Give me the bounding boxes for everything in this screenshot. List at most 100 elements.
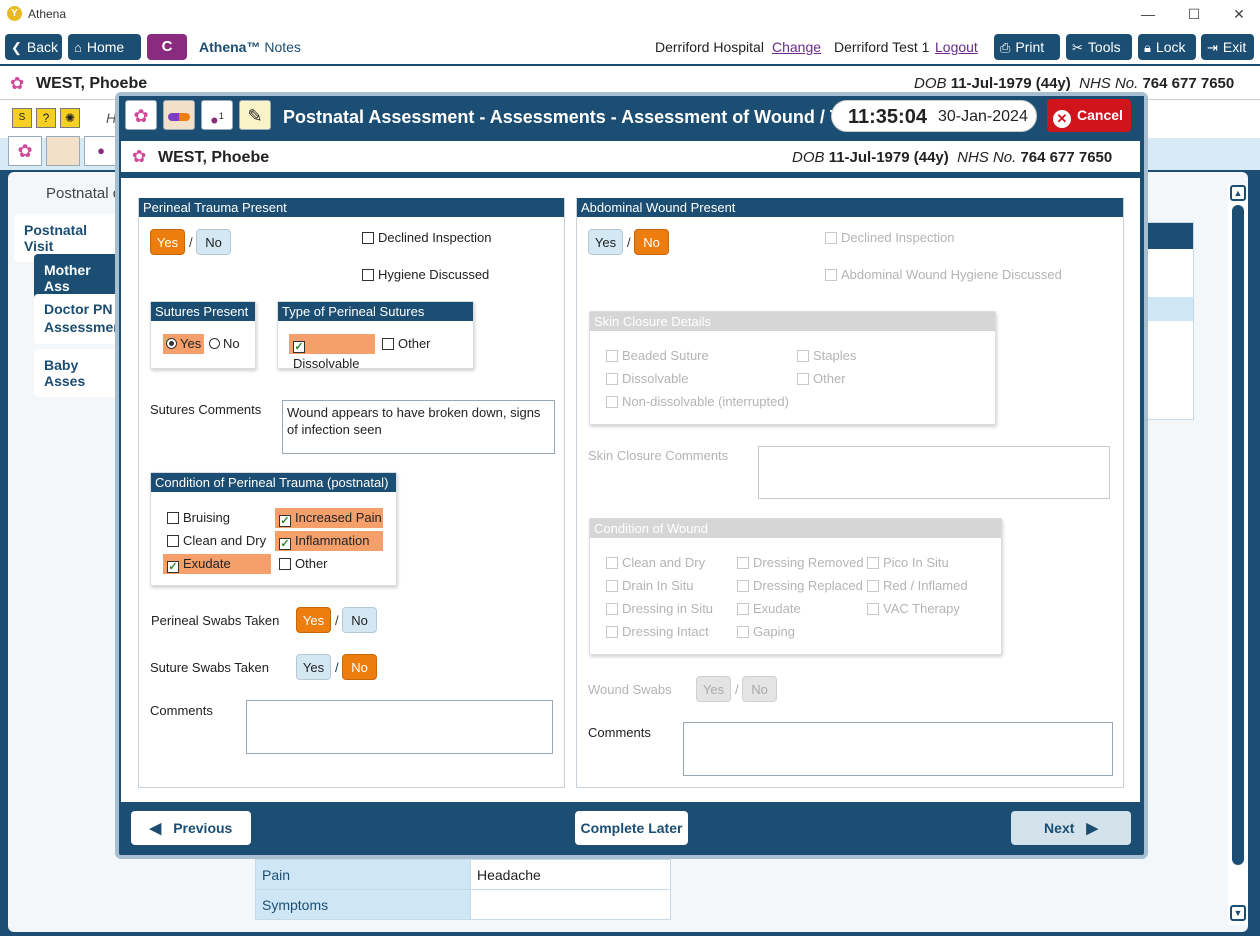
notes-icon[interactable]: ✎: [239, 100, 271, 130]
slash-separator: /: [335, 613, 339, 628]
checkbox-label: Bruising: [183, 510, 230, 525]
minimize-button[interactable]: —: [1138, 4, 1158, 24]
suture-swabs-yes-button[interactable]: Yes: [296, 654, 331, 680]
dissolvable-checkbox[interactable]: ✓ Dissolvable: [289, 334, 375, 371]
people-icon[interactable]: ●1: [201, 100, 233, 130]
table-cell-label: Pain: [255, 859, 471, 890]
settings-icon[interactable]: ✺: [60, 108, 80, 128]
change-hospital-link[interactable]: Change: [772, 39, 821, 55]
perineal-comments-textarea[interactable]: [246, 700, 553, 754]
modal-patient-details: DOB 11-Jul-1979 (44y) NHS No. 764 677 76…: [792, 149, 1112, 166]
checkbox-label: Red / Inflamed: [883, 578, 968, 593]
next-button[interactable]: Next ▶: [1011, 811, 1131, 845]
abdominal-hygiene-checkbox: Abdominal Wound Hygiene Discussed: [821, 265, 1062, 285]
checkbox-label: Non-dissolvable (interrupted): [622, 394, 789, 409]
checkbox-icon: [825, 269, 837, 281]
modal-title: Postnatal Assessment - Assessments - Ass…: [283, 107, 894, 127]
sutures-no-radio[interactable]: No: [209, 334, 240, 354]
user-name: Derriford Test 1: [834, 39, 930, 55]
checkbox-label: Drain In Situ: [622, 578, 694, 593]
sutures-comments-textarea[interactable]: Wound appears to have broken down, signs…: [282, 400, 555, 454]
checkbox-icon: [606, 396, 618, 408]
wound-condition-group: Condition of Wound Clean and Dry Drain I…: [589, 518, 1002, 655]
medication-icon[interactable]: [163, 100, 195, 130]
sutures-yes-radio[interactable]: Yes: [163, 334, 205, 354]
exudate-checkbox[interactable]: ✓ Exudate: [163, 554, 271, 574]
skin-other-checkbox: Other: [793, 369, 846, 389]
condition-other-checkbox[interactable]: Other: [275, 554, 328, 574]
checkbox-label: Hygiene Discussed: [378, 267, 490, 282]
complete-later-button[interactable]: Complete Later: [575, 811, 688, 845]
checkbox-icon: [167, 535, 179, 547]
checkbox-label: Dressing in Situ: [622, 601, 714, 616]
table-cell-label: Symptoms: [255, 889, 471, 920]
scroll-up-icon[interactable]: ▲: [1230, 185, 1246, 201]
chevron-left-icon: ❮: [11, 40, 22, 55]
abdominal-comments-textarea[interactable]: [683, 722, 1113, 776]
c-button[interactable]: C: [147, 34, 187, 60]
flower-icon[interactable]: ✿: [125, 100, 157, 130]
perineal-swabs-yes-button[interactable]: Yes: [296, 607, 331, 633]
declined-inspection-checkbox[interactable]: Declined Inspection: [358, 228, 491, 248]
skin-closure-group: Skin Closure Details Beaded Suture Stapl…: [589, 311, 996, 425]
cancel-button[interactable]: ✕ Cancel: [1047, 99, 1131, 132]
help-icon[interactable]: ?: [36, 108, 56, 128]
slash-separator: /: [189, 235, 193, 250]
alert-icon[interactable]: S: [12, 108, 32, 128]
abdominal-wound-section: Abdominal Wound Present Yes / No Decline…: [576, 198, 1124, 788]
checkbox-icon: [797, 373, 809, 385]
scrollbar-thumb[interactable]: [1232, 205, 1244, 865]
print-button[interactable]: ⎙ Print: [994, 34, 1060, 60]
checkbox-icon: [362, 269, 374, 281]
previous-button[interactable]: ◀ Previous: [131, 811, 251, 845]
scrollbar[interactable]: ▲ ▼: [1228, 185, 1248, 925]
medication-icon[interactable]: [46, 136, 80, 166]
perineal-swabs-no-button[interactable]: No: [342, 607, 377, 633]
lock-button[interactable]: 🔒︎ Lock: [1138, 34, 1196, 60]
section-header: Perineal Trauma Present: [139, 198, 564, 217]
nhs-value: 764 677 7650: [1020, 149, 1113, 166]
logout-link[interactable]: Logout: [935, 39, 978, 55]
abdominal-yes-button[interactable]: Yes: [588, 229, 623, 255]
pill-icon: [168, 113, 190, 122]
home-button[interactable]: ⌂ Home: [68, 34, 141, 60]
people-icon[interactable]: ●: [84, 136, 118, 166]
flower-icon[interactable]: ✿: [8, 136, 42, 166]
suture-swabs-label: Suture Swabs Taken: [150, 660, 269, 675]
clean-dry-checkbox[interactable]: Clean and Dry: [163, 531, 266, 551]
scroll-down-icon[interactable]: ▼: [1230, 905, 1246, 921]
next-label: Next: [1044, 820, 1075, 836]
close-window-button[interactable]: ✕: [1229, 4, 1249, 24]
checkbox-icon: [167, 512, 179, 524]
dob-label: DOB: [914, 75, 947, 92]
suture-other-checkbox[interactable]: Other: [378, 334, 431, 354]
checkbox-icon: [382, 338, 394, 350]
checkbox-label: Dressing Removed: [753, 555, 864, 570]
pico-in-situ-checkbox: Pico In Situ: [863, 553, 949, 573]
print-label: Print: [1015, 39, 1045, 55]
abdominal-no-button[interactable]: No: [634, 229, 669, 255]
inflammation-checkbox[interactable]: ✓ Inflammation: [275, 531, 383, 551]
checkbox-label: Dissolvable: [293, 356, 360, 371]
sidebar-item-doctor-pn[interactable]: Doctor PN Assessmen: [34, 294, 124, 344]
nhs-label: NHS No.: [1079, 75, 1139, 92]
tools-button[interactable]: ✂ Tools: [1066, 34, 1132, 60]
maximize-button[interactable]: ☐: [1184, 4, 1204, 24]
perineal-no-button[interactable]: No: [196, 229, 231, 255]
section-header: Abdominal Wound Present: [577, 198, 1123, 217]
sidebar-item-baby-assessment[interactable]: Baby Asses: [34, 349, 124, 397]
checkbox-label: Exudate: [183, 556, 231, 571]
window-titlebar: Y Athena — ☐ ✕: [0, 0, 1260, 28]
checkbox-icon: [797, 350, 809, 362]
suture-swabs-no-button[interactable]: No: [342, 654, 377, 680]
perineal-yes-button[interactable]: Yes: [150, 229, 185, 255]
increased-pain-checkbox[interactable]: ✓ Increased Pain: [275, 508, 383, 528]
exit-button[interactable]: ⇥ Exit: [1201, 34, 1254, 60]
bruising-checkbox[interactable]: Bruising: [163, 508, 230, 528]
exit-label: Exit: [1222, 39, 1247, 55]
sutures-comments-label: Sutures Comments: [150, 402, 262, 417]
checkbox-label: Clean and Dry: [183, 533, 267, 548]
radio-label: No: [223, 336, 240, 351]
hygiene-discussed-checkbox[interactable]: Hygiene Discussed: [358, 265, 489, 285]
back-button[interactable]: ❮ Back: [5, 34, 62, 60]
